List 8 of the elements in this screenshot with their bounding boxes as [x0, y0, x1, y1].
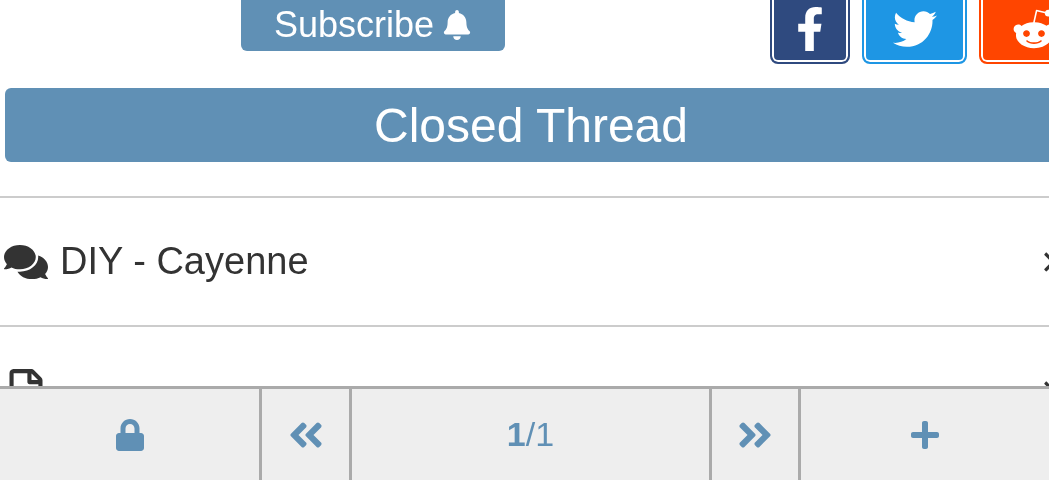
closed-thread-banner: Closed Thread	[5, 88, 1049, 162]
page-counter: 1/1	[506, 415, 555, 454]
share-button[interactable]	[770, 0, 850, 64]
alien-icon	[1012, 7, 1049, 51]
lock-icon	[113, 418, 146, 451]
bell-icon	[442, 9, 473, 40]
plus-icon	[909, 418, 941, 451]
list-item-link[interactable]: DIY - Cayenne	[60, 240, 309, 283]
